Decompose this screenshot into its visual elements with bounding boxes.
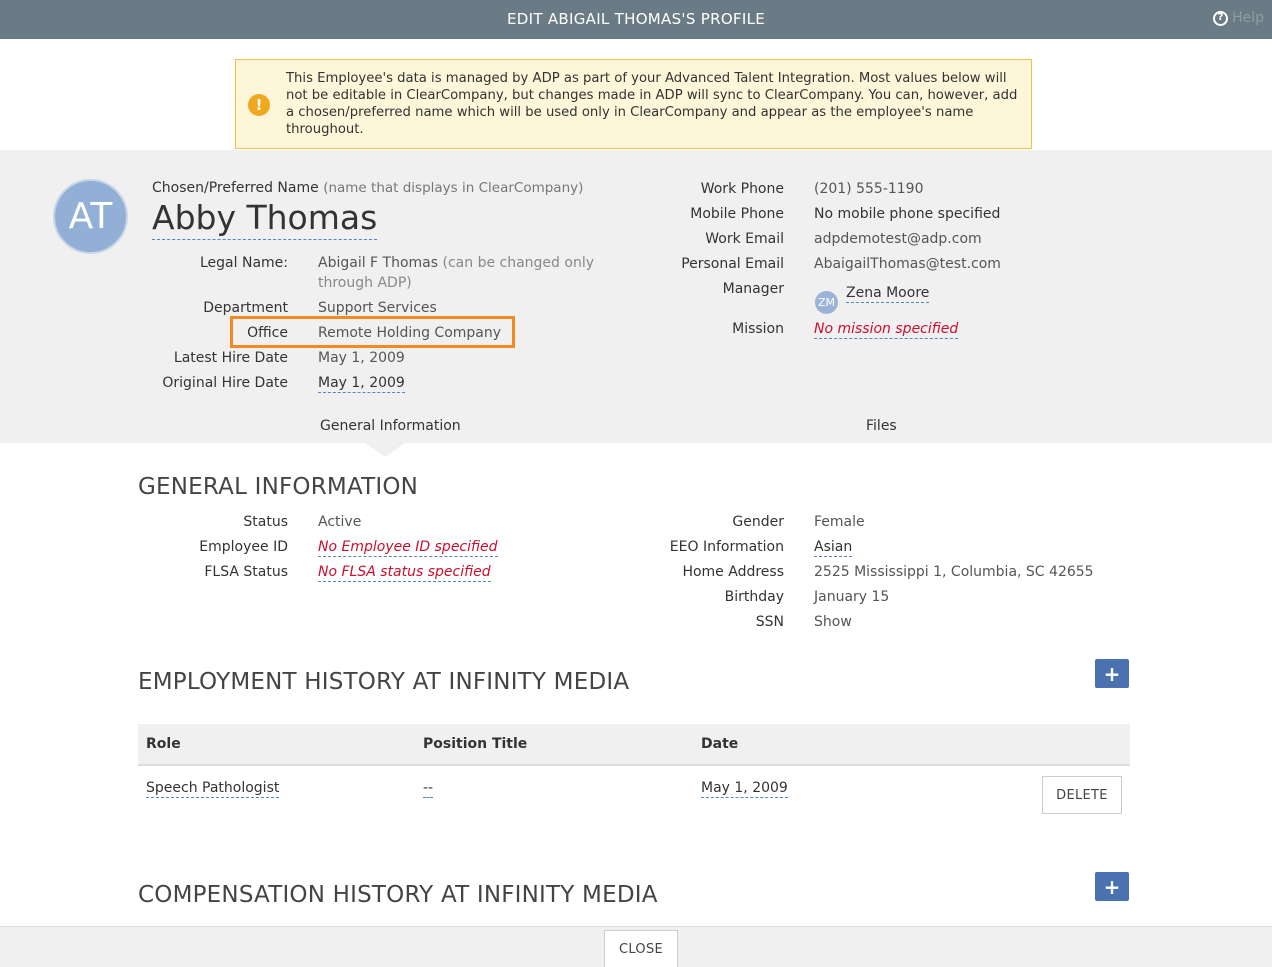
- mobile-phone-label: Mobile Phone: [690, 206, 784, 222]
- employee-id-field[interactable]: No Employee ID specified: [318, 539, 498, 557]
- add-compensation-button[interactable]: +: [1095, 872, 1129, 901]
- close-button[interactable]: CLOSE: [604, 930, 678, 967]
- general-information-title: GENERAL INFORMATION: [138, 474, 419, 500]
- flsa-status-label: FLSA Status: [204, 564, 288, 580]
- birthday-value: January 15: [814, 589, 890, 605]
- department-value: Support Services: [318, 300, 437, 316]
- home-address-label: Home Address: [682, 564, 784, 580]
- legal-name-value: Abigail F Thomas (can be changed only: [318, 255, 594, 271]
- status-value: Active: [318, 514, 362, 530]
- preferred-name-label: Chosen/Preferred Name (name that display…: [152, 180, 583, 196]
- original-hire-date-field[interactable]: May 1, 2009: [318, 375, 405, 393]
- preferred-name-note: (name that displays in ClearCompany): [323, 180, 584, 196]
- preferred-name-label-text: Chosen/Preferred Name: [152, 180, 319, 196]
- tab-general-information[interactable]: General Information: [320, 418, 461, 434]
- manager-avatar: ZM: [815, 291, 838, 314]
- employment-role-field[interactable]: Speech Pathologist: [146, 780, 280, 798]
- legal-name-note: (can be changed only: [442, 255, 594, 271]
- ssn-show-link[interactable]: Show: [814, 614, 852, 630]
- preferred-name-field[interactable]: Abby Thomas: [152, 198, 378, 240]
- personal-email-label: Personal Email: [681, 256, 784, 272]
- employee-id-label: Employee ID: [199, 539, 288, 555]
- legal-name-note-line2: through ADP): [318, 275, 412, 291]
- compensation-history-title: COMPENSATION HISTORY AT INFINITY MEDIA: [138, 882, 658, 908]
- eeo-information-field[interactable]: Asian: [814, 539, 853, 557]
- avatar: AT: [53, 179, 128, 254]
- gender-value: Female: [814, 514, 865, 530]
- mobile-phone-value: No mobile phone specified: [814, 206, 1001, 222]
- employment-position-title-field[interactable]: --: [423, 780, 434, 798]
- work-email-value: adpdemotest@adp.com: [814, 231, 982, 247]
- column-date: Date: [701, 736, 739, 752]
- work-email-label: Work Email: [705, 231, 784, 247]
- alert-message: This Employee's data is managed by ADP a…: [286, 71, 1018, 137]
- profile-header: AT Chosen/Preferred Name (name that disp…: [0, 150, 1272, 409]
- employment-table-header: Role Position Title Date: [138, 724, 1130, 766]
- window-title: EDIT ABIGAIL THOMAS'S PROFILE: [506, 10, 766, 28]
- mission-field[interactable]: No mission specified: [814, 321, 959, 339]
- latest-hire-date-value: May 1, 2009: [318, 350, 405, 366]
- office-highlight-box: [230, 316, 515, 348]
- profile-tabs: General Information Files: [0, 409, 1272, 443]
- mission-label: Mission: [732, 321, 784, 337]
- manager-field[interactable]: Zena Moore: [846, 285, 930, 303]
- help-label: Help: [1232, 10, 1264, 26]
- home-address-value: 2525 Mississippi 1, Columbia, SC 42655: [814, 564, 1094, 580]
- gender-label: Gender: [732, 514, 784, 530]
- department-label: Department: [203, 300, 288, 316]
- original-hire-date-label: Original Hire Date: [162, 375, 288, 391]
- status-label: Status: [243, 514, 288, 530]
- employment-history-title: EMPLOYMENT HISTORY AT INFINITY MEDIA: [138, 669, 630, 695]
- legal-name-text: Abigail F Thomas: [318, 255, 439, 271]
- manager-label: Manager: [722, 281, 784, 297]
- legal-name-label: Legal Name:: [200, 255, 288, 271]
- tab-files[interactable]: Files: [866, 418, 897, 434]
- personal-email-value: AbaigailThomas@test.com: [814, 256, 1001, 272]
- work-phone-value: (201) 555-1190: [814, 181, 924, 197]
- title-bar: EDIT ABIGAIL THOMAS'S PROFILE ? Help: [0, 0, 1272, 39]
- help-icon: ?: [1213, 10, 1229, 26]
- column-role: Role: [146, 736, 181, 752]
- warning-icon: !: [248, 94, 270, 116]
- add-employment-button[interactable]: +: [1095, 659, 1129, 688]
- column-position-title: Position Title: [423, 736, 528, 752]
- flsa-status-field[interactable]: No FLSA status specified: [318, 564, 491, 582]
- active-tab-pointer: [365, 443, 405, 457]
- birthday-label: Birthday: [724, 589, 784, 605]
- employment-date-field[interactable]: May 1, 2009: [701, 780, 788, 798]
- latest-hire-date-label: Latest Hire Date: [173, 350, 288, 366]
- ssn-label: SSN: [755, 614, 784, 630]
- eeo-information-label: EEO Information: [669, 539, 784, 555]
- adp-integration-alert: ! This Employee's data is managed by ADP…: [235, 59, 1032, 149]
- help-link[interactable]: ? Help: [1213, 10, 1264, 26]
- work-phone-label: Work Phone: [700, 181, 784, 197]
- delete-employment-button[interactable]: DELETE: [1042, 776, 1122, 814]
